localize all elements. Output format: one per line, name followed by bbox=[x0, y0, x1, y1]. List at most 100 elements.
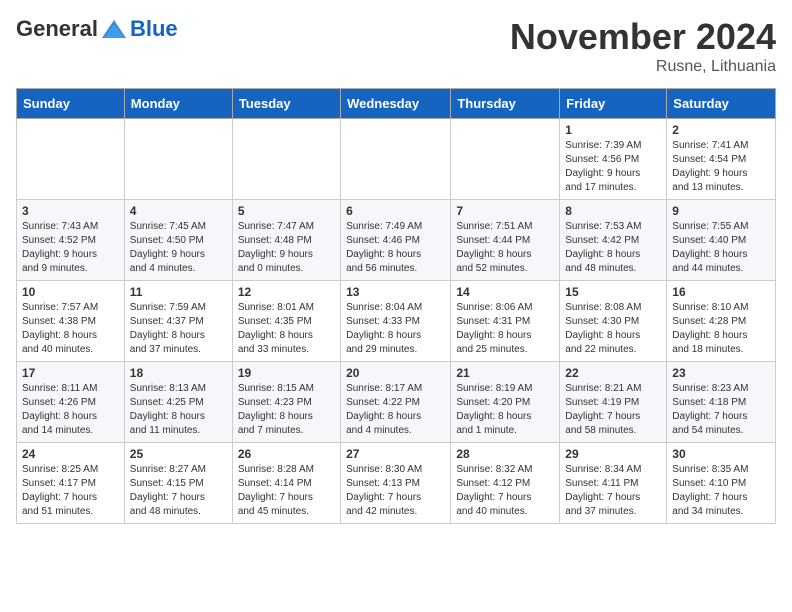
day-number: 15 bbox=[565, 285, 661, 299]
day-info: Sunrise: 7:47 AM Sunset: 4:48 PM Dayligh… bbox=[238, 220, 335, 276]
page-header: General Blue November 2024 Rusne, Lithua… bbox=[16, 16, 776, 76]
column-header-friday: Friday bbox=[560, 89, 667, 119]
calendar-cell: 17Sunrise: 8:11 AM Sunset: 4:26 PM Dayli… bbox=[17, 362, 125, 443]
day-number: 1 bbox=[565, 123, 661, 137]
calendar-cell: 30 Sunrise: 8:35 AM Sunset: 4:10 PM Dayli… bbox=[667, 443, 776, 524]
calendar-cell: 2 Sunrise: 7:41 AM Sunset: 4:54 PM Daylig… bbox=[667, 119, 776, 200]
day-number: 6 bbox=[346, 204, 445, 218]
calendar-cell bbox=[124, 119, 232, 200]
day-number: 10 bbox=[22, 285, 119, 299]
calendar-week-row: 24 Sunrise: 8:25 AM Sunset: 4:17 PM Dayli… bbox=[17, 443, 776, 524]
calendar-week-row: 10Sunrise: 7:57 AM Sunset: 4:38 PM Dayli… bbox=[17, 281, 776, 362]
day-number: 5 bbox=[238, 204, 335, 218]
day-info: Sunrise: 8:28 AM Sunset: 4:14 PM Dayligh… bbox=[238, 463, 335, 519]
day-number: 29 bbox=[565, 447, 661, 461]
day-number: 9 bbox=[672, 204, 770, 218]
day-number: 25 bbox=[130, 447, 227, 461]
day-info: Sunrise: 7:51 AM Sunset: 4:44 PM Dayligh… bbox=[456, 220, 554, 276]
calendar-cell: 6 Sunrise: 7:49 AM Sunset: 4:46 PM Daylig… bbox=[341, 200, 451, 281]
day-info: Sunrise: 8:04 AM Sunset: 4:33 PM Dayligh… bbox=[346, 301, 445, 357]
day-info: Sunrise: 8:21 AM Sunset: 4:19 PM Dayligh… bbox=[565, 382, 661, 438]
day-number: 24 bbox=[22, 447, 119, 461]
day-info: Sunrise: 8:35 AM Sunset: 4:10 PM Dayligh… bbox=[672, 463, 770, 519]
day-info: Sunrise: 8:11 AM Sunset: 4:26 PM Dayligh… bbox=[22, 382, 119, 438]
calendar-cell: 11 Sunrise: 7:59 AM Sunset: 4:37 PM Dayli… bbox=[124, 281, 232, 362]
calendar-cell: 28 Sunrise: 8:32 AM Sunset: 4:12 PM Dayli… bbox=[451, 443, 560, 524]
calendar-table: SundayMondayTuesdayWednesdayThursdayFrid… bbox=[16, 88, 776, 524]
day-number: 13 bbox=[346, 285, 445, 299]
day-number: 30 bbox=[672, 447, 770, 461]
title-block: November 2024 Rusne, Lithuania bbox=[510, 16, 776, 76]
day-info: Sunrise: 8:15 AM Sunset: 4:23 PM Dayligh… bbox=[238, 382, 335, 438]
calendar-cell bbox=[17, 119, 125, 200]
day-info: Sunrise: 8:27 AM Sunset: 4:15 PM Dayligh… bbox=[130, 463, 227, 519]
day-info: Sunrise: 8:23 AM Sunset: 4:18 PM Dayligh… bbox=[672, 382, 770, 438]
calendar-cell: 24 Sunrise: 8:25 AM Sunset: 4:17 PM Dayli… bbox=[17, 443, 125, 524]
day-number: 28 bbox=[456, 447, 554, 461]
calendar-cell: 18 Sunrise: 8:13 AM Sunset: 4:25 PM Dayli… bbox=[124, 362, 232, 443]
calendar-cell: 23 Sunrise: 8:23 AM Sunset: 4:18 PM Dayli… bbox=[667, 362, 776, 443]
day-info: Sunrise: 8:10 AM Sunset: 4:28 PM Dayligh… bbox=[672, 301, 770, 357]
day-number: 18 bbox=[130, 366, 227, 380]
day-number: 3 bbox=[22, 204, 119, 218]
day-info: Sunrise: 8:17 AM Sunset: 4:22 PM Dayligh… bbox=[346, 382, 445, 438]
day-number: 20 bbox=[346, 366, 445, 380]
calendar-week-row: 17Sunrise: 8:11 AM Sunset: 4:26 PM Dayli… bbox=[17, 362, 776, 443]
column-header-tuesday: Tuesday bbox=[232, 89, 340, 119]
calendar-cell: 25 Sunrise: 8:27 AM Sunset: 4:15 PM Dayli… bbox=[124, 443, 232, 524]
day-number: 22 bbox=[565, 366, 661, 380]
day-info: Sunrise: 7:49 AM Sunset: 4:46 PM Dayligh… bbox=[346, 220, 445, 276]
calendar-week-row: 3 Sunrise: 7:43 AM Sunset: 4:52 PM Daylig… bbox=[17, 200, 776, 281]
day-info: Sunrise: 7:41 AM Sunset: 4:54 PM Dayligh… bbox=[672, 139, 770, 195]
day-number: 21 bbox=[456, 366, 554, 380]
calendar-cell: 4 Sunrise: 7:45 AM Sunset: 4:50 PM Daylig… bbox=[124, 200, 232, 281]
day-info: Sunrise: 8:30 AM Sunset: 4:13 PM Dayligh… bbox=[346, 463, 445, 519]
calendar-cell: 8 Sunrise: 7:53 AM Sunset: 4:42 PM Daylig… bbox=[560, 200, 667, 281]
calendar-header-row: SundayMondayTuesdayWednesdayThursdayFrid… bbox=[17, 89, 776, 119]
logo-general-text: General bbox=[16, 16, 98, 42]
day-info: Sunrise: 8:19 AM Sunset: 4:20 PM Dayligh… bbox=[456, 382, 554, 438]
logo: General Blue bbox=[16, 16, 178, 42]
day-info: Sunrise: 8:08 AM Sunset: 4:30 PM Dayligh… bbox=[565, 301, 661, 357]
calendar-cell: 26Sunrise: 8:28 AM Sunset: 4:14 PM Dayli… bbox=[232, 443, 340, 524]
day-info: Sunrise: 8:01 AM Sunset: 4:35 PM Dayligh… bbox=[238, 301, 335, 357]
calendar-cell: 15 Sunrise: 8:08 AM Sunset: 4:30 PM Dayli… bbox=[560, 281, 667, 362]
calendar-cell bbox=[341, 119, 451, 200]
day-info: Sunrise: 8:06 AM Sunset: 4:31 PM Dayligh… bbox=[456, 301, 554, 357]
day-info: Sunrise: 8:34 AM Sunset: 4:11 PM Dayligh… bbox=[565, 463, 661, 519]
day-info: Sunrise: 7:55 AM Sunset: 4:40 PM Dayligh… bbox=[672, 220, 770, 276]
day-number: 16 bbox=[672, 285, 770, 299]
calendar-cell: 7 Sunrise: 7:51 AM Sunset: 4:44 PM Daylig… bbox=[451, 200, 560, 281]
calendar-cell: 19 Sunrise: 8:15 AM Sunset: 4:23 PM Dayli… bbox=[232, 362, 340, 443]
day-number: 14 bbox=[456, 285, 554, 299]
day-info: Sunrise: 8:13 AM Sunset: 4:25 PM Dayligh… bbox=[130, 382, 227, 438]
day-info: Sunrise: 7:39 AM Sunset: 4:56 PM Dayligh… bbox=[565, 139, 661, 195]
calendar-cell: 10Sunrise: 7:57 AM Sunset: 4:38 PM Dayli… bbox=[17, 281, 125, 362]
column-header-saturday: Saturday bbox=[667, 89, 776, 119]
calendar-cell: 21 Sunrise: 8:19 AM Sunset: 4:20 PM Dayli… bbox=[451, 362, 560, 443]
day-number: 19 bbox=[238, 366, 335, 380]
month-title: November 2024 bbox=[510, 16, 776, 58]
logo-icon bbox=[100, 18, 128, 40]
day-number: 4 bbox=[130, 204, 227, 218]
logo-blue-text: Blue bbox=[130, 16, 178, 42]
day-number: 8 bbox=[565, 204, 661, 218]
day-info: Sunrise: 8:25 AM Sunset: 4:17 PM Dayligh… bbox=[22, 463, 119, 519]
day-info: Sunrise: 7:53 AM Sunset: 4:42 PM Dayligh… bbox=[565, 220, 661, 276]
day-number: 12 bbox=[238, 285, 335, 299]
day-info: Sunrise: 8:32 AM Sunset: 4:12 PM Dayligh… bbox=[456, 463, 554, 519]
calendar-body: 1 Sunrise: 7:39 AM Sunset: 4:56 PM Daylig… bbox=[17, 119, 776, 524]
calendar-week-row: 1 Sunrise: 7:39 AM Sunset: 4:56 PM Daylig… bbox=[17, 119, 776, 200]
day-number: 11 bbox=[130, 285, 227, 299]
column-header-monday: Monday bbox=[124, 89, 232, 119]
day-number: 2 bbox=[672, 123, 770, 137]
column-header-thursday: Thursday bbox=[451, 89, 560, 119]
day-info: Sunrise: 7:45 AM Sunset: 4:50 PM Dayligh… bbox=[130, 220, 227, 276]
location: Rusne, Lithuania bbox=[510, 58, 776, 76]
day-number: 23 bbox=[672, 366, 770, 380]
day-info: Sunrise: 7:43 AM Sunset: 4:52 PM Dayligh… bbox=[22, 220, 119, 276]
day-number: 7 bbox=[456, 204, 554, 218]
calendar-cell: 1 Sunrise: 7:39 AM Sunset: 4:56 PM Daylig… bbox=[560, 119, 667, 200]
calendar-cell bbox=[232, 119, 340, 200]
day-info: Sunrise: 7:59 AM Sunset: 4:37 PM Dayligh… bbox=[130, 301, 227, 357]
